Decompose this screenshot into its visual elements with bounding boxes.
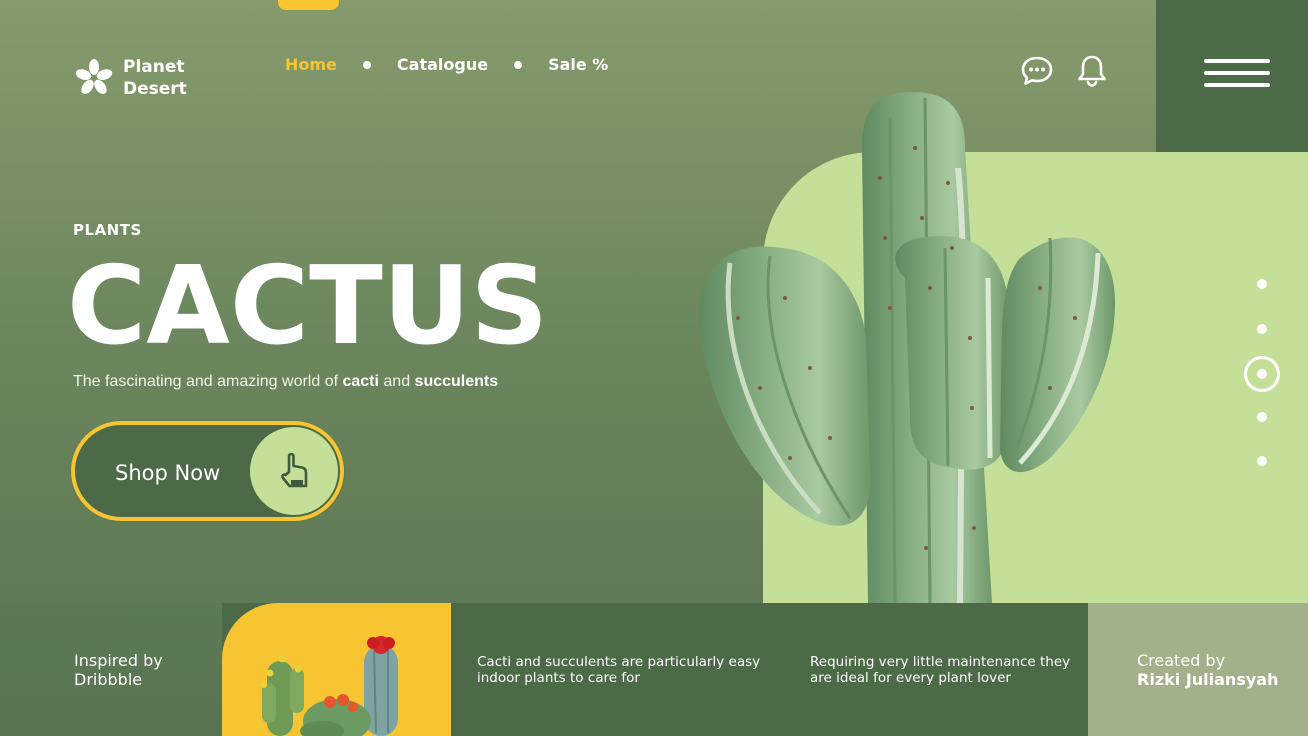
chat-button[interactable] [1020,54,1054,88]
inspired-line-2: Dribbble [74,670,143,689]
cactus-image [699,92,1115,603]
hero-eyebrow: PLANTS [73,221,142,239]
chat-icon [1021,56,1053,85]
hero-title: CACTUS [67,244,549,369]
nav-item-home[interactable]: Home [285,55,337,74]
hero-tagline: The fascinating and amazing world of cac… [73,373,498,391]
notification-button[interactable] [1075,54,1109,88]
succulent-product-card[interactable] [222,603,451,736]
pager-dot[interactable] [1257,456,1267,466]
tagline-bold-cacti: cacti [342,373,379,390]
nav-separator-dot [362,60,371,69]
slide-pager [1244,270,1280,480]
pager-dot[interactable] [1257,412,1267,422]
inspired-by-text[interactable]: Inspired by Dribbble [74,651,163,689]
pager-dot[interactable] [1257,279,1267,289]
footer-info-care: Cacti and succulents are particularly ea… [477,654,761,686]
pager-dot-active[interactable] [1244,356,1280,392]
brand-name: Planet Desert [123,56,187,100]
shop-now-icon-circle [250,427,338,515]
pager-dot[interactable] [1257,324,1267,334]
nav-item-catalogue[interactable]: Catalogue [397,55,488,74]
credit-line-1: Created by [1137,651,1226,670]
succulents-image [261,636,398,736]
menu-icon-bar [1204,59,1270,63]
shop-now-button[interactable]: Shop Now [71,421,344,521]
credit-author-name: Rizki Juliansyah [1137,670,1279,689]
brand-line-2: Desert [123,79,187,99]
tagline-bold-succulents: succulents [414,373,499,390]
shop-now-label: Shop Now [115,461,221,485]
nav-separator-dot [514,60,523,69]
nav-item-sale[interactable]: Sale % [548,55,608,74]
main-nav: Home Catalogue Sale % [285,55,608,74]
created-by-text[interactable]: Created by Rizki Juliansyah [1137,651,1278,689]
menu-button[interactable] [1202,57,1272,89]
asterisk-flower-icon [75,59,113,95]
pointer-hand-icon [281,452,308,488]
top-accent-tab [278,0,339,10]
inspired-line-1: Inspired by [74,651,163,670]
menu-icon-bar [1204,71,1270,75]
menu-icon-bar [1204,83,1270,87]
tagline-text: and [378,373,415,390]
brand-logo[interactable]: Planet Desert [75,56,187,100]
brand-line-1: Planet [123,57,185,77]
bell-icon [1078,55,1106,87]
footer-info-maintenance: Requiring very little maintenance they a… [810,654,1071,686]
tagline-text: The fascinating and amazing world of [73,373,343,390]
